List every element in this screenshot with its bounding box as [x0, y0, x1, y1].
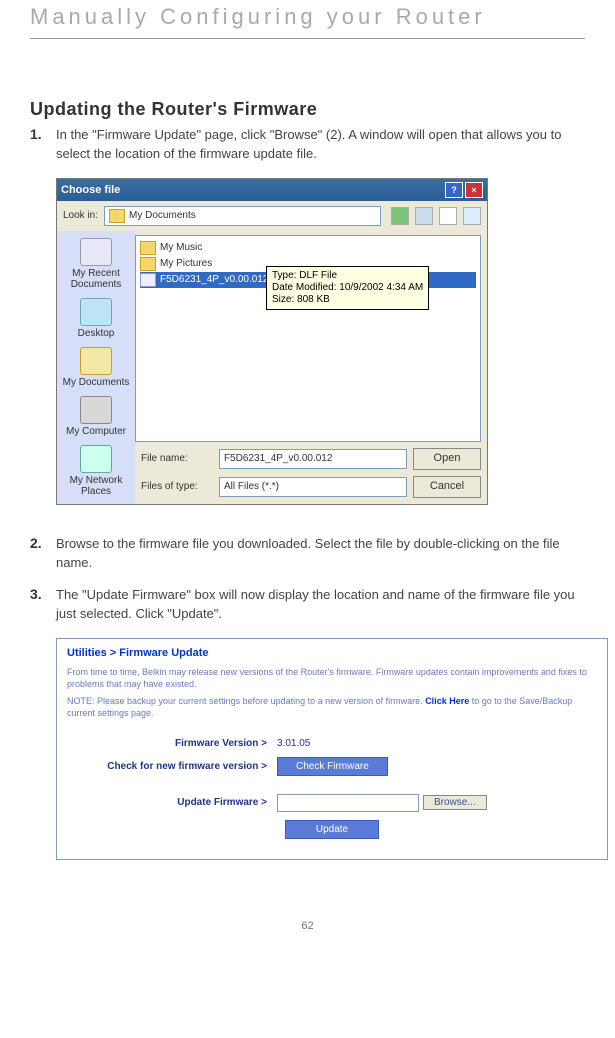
step-text: The "Update Firmware" box will now displ… — [56, 586, 585, 624]
chapter-title: Manually Configuring your Router — [30, 0, 585, 39]
firmware-version-label: Firmware Version > — [67, 738, 277, 749]
step-number: 3. — [30, 586, 56, 624]
filetype-combo[interactable]: All Files (*.*) — [219, 477, 407, 497]
dialog-titlebar: Choose file ? × — [57, 179, 487, 201]
place-network[interactable]: My Network Places — [62, 442, 130, 500]
file-name: My Pictures — [160, 258, 212, 269]
filename-input[interactable]: F5D6231_4P_v0.00.012 — [219, 449, 407, 469]
step-text: Browse to the firmware file you download… — [56, 535, 585, 573]
filename-label: File name: — [141, 453, 213, 464]
file-tooltip: Type: DLF File Date Modified: 10/9/2002 … — [266, 266, 429, 310]
panel-title: Utilities > Firmware Update — [67, 647, 597, 659]
lookin-combo[interactable]: My Documents — [104, 206, 381, 226]
tooltip-line: Date Modified: 10/9/2002 4:34 AM — [272, 282, 423, 294]
views-icon[interactable] — [463, 207, 481, 225]
file-name: My Music — [160, 242, 202, 253]
file-name: F5D6231_4P_v0.00.012.dlf — [160, 274, 282, 285]
list-item[interactable]: My Music — [140, 240, 476, 256]
tooltip-line: Size: 808 KB — [272, 294, 423, 306]
cancel-button[interactable]: Cancel — [413, 476, 481, 498]
open-button[interactable]: Open — [413, 448, 481, 470]
firmware-update-panel: Utilities > Firmware Update From time to… — [56, 638, 608, 860]
folder-icon — [109, 209, 125, 223]
close-icon[interactable]: × — [465, 182, 483, 198]
lookin-value: My Documents — [129, 210, 196, 221]
page-number: 62 — [30, 920, 585, 932]
check-firmware-label: Check for new firmware version > — [67, 761, 277, 772]
place-recent[interactable]: My Recent Documents — [62, 235, 130, 293]
check-firmware-button[interactable]: Check Firmware — [277, 757, 388, 776]
update-button[interactable]: Update — [285, 820, 379, 839]
place-label: My Documents — [63, 377, 130, 388]
place-label: My Computer — [66, 426, 126, 437]
panel-paragraph: NOTE: Please backup your current setting… — [67, 696, 597, 719]
step-3: 3. The "Update Firmware" box will now di… — [30, 586, 585, 624]
section-heading: Updating the Router's Firmware — [30, 99, 585, 120]
folder-icon — [140, 241, 156, 255]
click-here-link[interactable]: Click Here — [425, 696, 469, 706]
help-icon[interactable]: ? — [445, 182, 463, 198]
newfolder-icon[interactable] — [439, 207, 457, 225]
place-mydocs[interactable]: My Documents — [62, 344, 130, 391]
panel-paragraph: From time to time, Belkin may release ne… — [67, 667, 597, 690]
filename-value: F5D6231_4P_v0.00.012 — [224, 453, 332, 464]
choose-file-dialog: Choose file ? × Look in: My Documents My… — [56, 178, 488, 505]
dialog-title: Choose file — [61, 184, 120, 196]
step-text: In the "Firmware Update" page, click "Br… — [56, 126, 585, 164]
back-icon[interactable] — [391, 207, 409, 225]
file-icon — [140, 273, 156, 287]
place-label: Desktop — [78, 328, 115, 339]
browse-button[interactable]: Browse... — [423, 795, 487, 810]
firmware-path-input[interactable] — [277, 794, 419, 812]
firmware-version-value: 3.01.05 — [277, 738, 310, 749]
step-number: 1. — [30, 126, 56, 164]
place-label: My Network Places — [70, 475, 123, 497]
tooltip-line: Type: DLF File — [272, 270, 423, 282]
step-1: 1. In the "Firmware Update" page, click … — [30, 126, 585, 164]
place-desktop[interactable]: Desktop — [62, 295, 130, 342]
step-number: 2. — [30, 535, 56, 573]
folder-icon — [140, 257, 156, 271]
step-2: 2. Browse to the firmware file you downl… — [30, 535, 585, 573]
up-icon[interactable] — [415, 207, 433, 225]
lookin-label: Look in: — [63, 210, 98, 221]
place-label: My Recent Documents — [71, 268, 122, 290]
filetype-value: All Files (*.*) — [224, 481, 279, 492]
update-firmware-label: Update Firmware > — [67, 797, 277, 808]
file-list[interactable]: My Music My Pictures F5D6231_4P_v0.00.01… — [135, 235, 481, 442]
place-mycomputer[interactable]: My Computer — [62, 393, 130, 440]
note-text: NOTE: Please backup your current setting… — [67, 696, 425, 706]
places-bar: My Recent Documents Desktop My Documents… — [57, 231, 135, 504]
filetype-label: Files of type: — [141, 481, 213, 492]
